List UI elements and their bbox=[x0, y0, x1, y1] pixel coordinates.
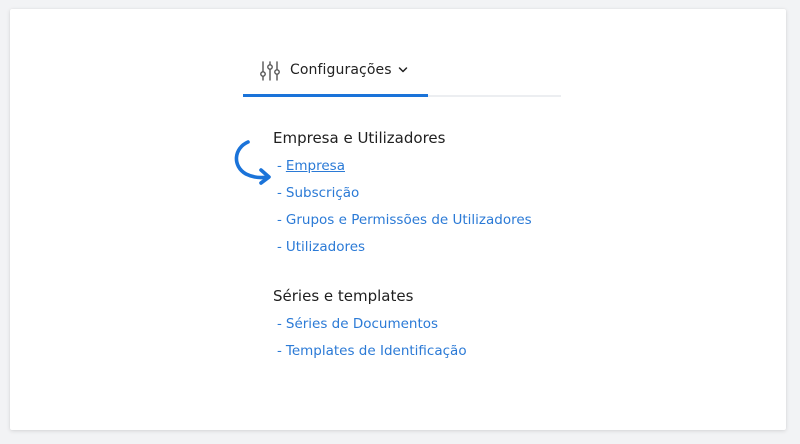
section-series-templates: Séries e templates - Séries de Documentos… bbox=[273, 285, 673, 365]
tab-label: Configurações bbox=[290, 62, 392, 78]
dash: - bbox=[277, 239, 282, 255]
link-utilizadores[interactable]: Utilizadores bbox=[286, 239, 365, 255]
dash: - bbox=[277, 158, 282, 174]
settings-card: Configurações Empresa e Utilizadores - Em… bbox=[10, 9, 786, 430]
section-title: Empresa e Utilizadores bbox=[273, 129, 446, 147]
list-item: - Grupos e Permissões de Utilizadores bbox=[277, 207, 673, 234]
list-item: - Subscrição bbox=[277, 180, 673, 207]
link-list: - Séries de Documentos - Templates de Iden… bbox=[273, 311, 673, 365]
list-item: - Utilizadores bbox=[277, 234, 673, 261]
chevron-down-icon bbox=[398, 67, 408, 73]
section-empresa-utilizadores: Empresa e Utilizadores - Empresa - Subscri… bbox=[273, 127, 673, 261]
link-empresa[interactable]: Empresa bbox=[286, 158, 345, 174]
list-item: - Templates de Identificação bbox=[277, 338, 673, 365]
link-subscricao[interactable]: Subscrição bbox=[286, 185, 359, 201]
dash: - bbox=[277, 343, 282, 359]
tab-configuracoes[interactable]: Configurações bbox=[243, 53, 428, 97]
link-list: - Empresa - Subscrição - Grupos e Permissõe… bbox=[273, 153, 673, 261]
settings-content: Empresa e Utilizadores - Empresa - Subscri… bbox=[273, 127, 673, 389]
active-tab-indicator bbox=[243, 94, 428, 97]
link-grupos-permissoes[interactable]: Grupos e Permissões de Utilizadores bbox=[286, 212, 532, 228]
sliders-icon bbox=[260, 61, 280, 81]
tab-bar: Configurações bbox=[243, 53, 561, 97]
list-item: - Séries de Documentos bbox=[277, 311, 673, 338]
dash: - bbox=[277, 316, 282, 332]
dash: - bbox=[277, 185, 282, 201]
section-title: Séries e templates bbox=[273, 287, 414, 305]
dash: - bbox=[277, 212, 282, 228]
link-templates-identificacao[interactable]: Templates de Identificação bbox=[286, 343, 467, 359]
list-item: - Empresa bbox=[277, 153, 673, 180]
link-series-documentos[interactable]: Séries de Documentos bbox=[286, 316, 438, 332]
